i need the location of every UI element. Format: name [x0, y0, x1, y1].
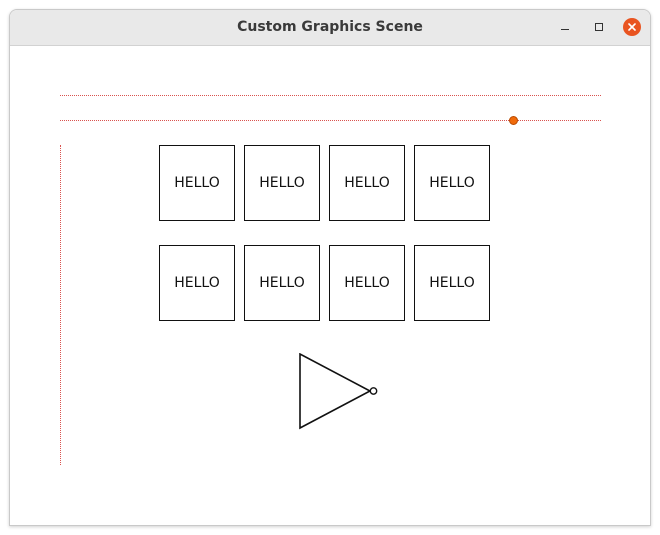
maximize-button[interactable]	[590, 18, 608, 36]
hello-box[interactable]: HELLO	[159, 245, 235, 321]
close-button[interactable]	[623, 18, 641, 36]
graphics-scene[interactable]: HELLO HELLO HELLO HELLO HELLO HELLO HELL…	[10, 46, 650, 525]
app-window: Custom Graphics Scene HELLO HELLO HELLO …	[9, 9, 651, 526]
slider-handle[interactable]	[509, 116, 518, 125]
guide-line-left	[60, 145, 61, 465]
guide-line-slider[interactable]	[60, 120, 601, 121]
minimize-button[interactable]	[556, 18, 574, 36]
hello-box[interactable]: HELLO	[244, 145, 320, 221]
hello-box[interactable]: HELLO	[414, 245, 490, 321]
guide-line-top	[60, 95, 601, 96]
window-title: Custom Graphics Scene	[237, 19, 423, 35]
maximize-icon	[595, 23, 603, 31]
not-gate-icon[interactable]	[299, 353, 381, 433]
title-bar[interactable]: Custom Graphics Scene	[10, 10, 650, 46]
hello-box[interactable]: HELLO	[414, 145, 490, 221]
hello-box[interactable]: HELLO	[329, 145, 405, 221]
hello-box[interactable]: HELLO	[329, 245, 405, 321]
minimize-icon	[561, 29, 569, 30]
close-icon	[628, 23, 636, 31]
hello-box[interactable]: HELLO	[159, 145, 235, 221]
hello-box[interactable]: HELLO	[244, 245, 320, 321]
